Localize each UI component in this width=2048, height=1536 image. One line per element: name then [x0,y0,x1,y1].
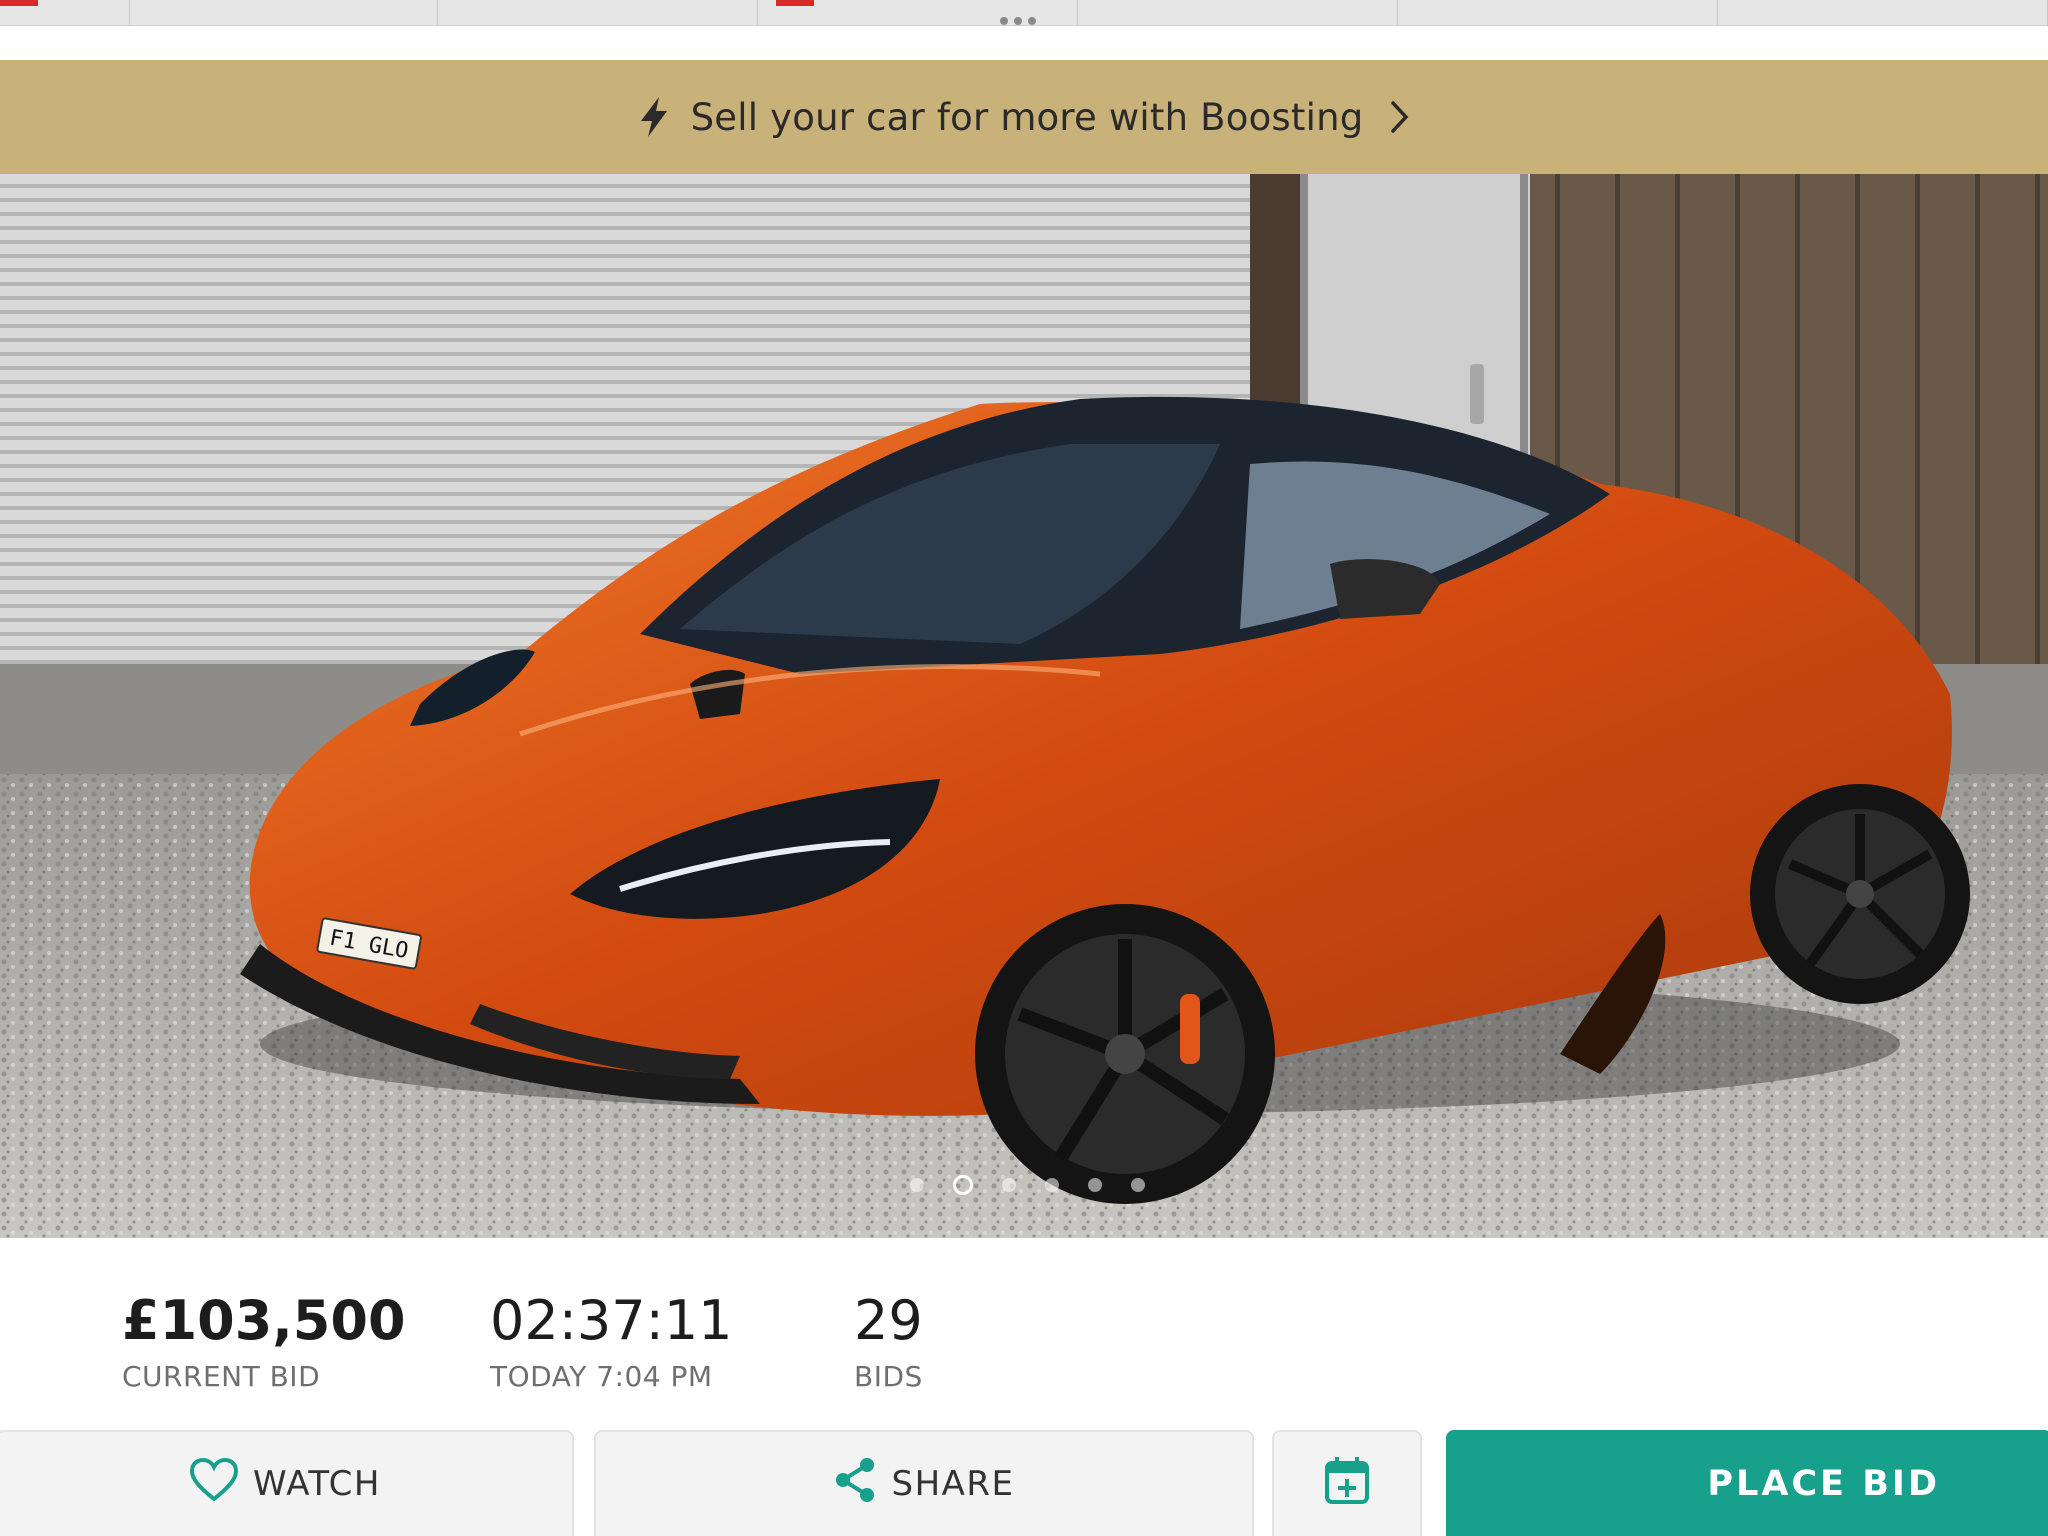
calendar-add-icon [1324,1455,1370,1514]
watch-button[interactable]: WATCH [0,1430,574,1536]
countdown-value: 02:37:11 [490,1289,733,1352]
browser-tab[interactable] [0,0,130,26]
heart-icon [189,1457,239,1512]
carousel-dot[interactable] [1045,1178,1059,1192]
carousel-dot[interactable] [1002,1178,1016,1192]
boost-banner-text: Sell your car for more with Boosting [690,95,1364,139]
carousel-dot[interactable] [1088,1178,1102,1192]
boost-banner[interactable]: Sell your car for more with Boosting [0,60,2048,174]
current-bid-label: CURRENT BID [122,1360,321,1393]
browser-tab[interactable] [438,0,758,26]
browser-tab[interactable] [130,0,438,26]
browser-tab[interactable] [1718,0,2048,26]
listing-photo[interactable]: F1 GLO [0,174,2048,1238]
share-label: SHARE [891,1464,1015,1504]
chevron-right-icon [1389,99,1411,135]
auction-stats: £103,500 CURRENT BID 02:37:11 TODAY 7:04… [0,1290,2048,1410]
tab-drag-handle-icon[interactable] [1000,10,1048,25]
carousel-dot[interactable] [910,1178,924,1192]
lightning-bolt-icon [637,95,671,139]
watch-label: WATCH [253,1464,381,1504]
place-bid-button[interactable]: PLACE BID [1446,1430,2048,1536]
current-bid-value: £103,500 [122,1289,406,1352]
current-bid-stat: £103,500 CURRENT BID [122,1289,406,1394]
end-time-label: TODAY 7:04 PM [490,1360,713,1393]
bid-count-value: 29 [854,1289,923,1352]
carousel-dot-active[interactable] [953,1175,973,1195]
share-icon [833,1456,877,1513]
bid-count-label: BIDS [854,1360,923,1393]
bid-count-stat: 29 BIDS [854,1289,923,1394]
action-bar: WATCH SHARE PLACE BID [0,1430,2048,1536]
add-to-calendar-button[interactable] [1272,1430,1422,1536]
carousel-dots [910,1174,1145,1196]
place-bid-label: PLACE BID [1707,1464,1940,1504]
time-left-stat: 02:37:11 TODAY 7:04 PM [490,1289,733,1394]
share-button[interactable]: SHARE [594,1430,1254,1536]
browser-tab-strip [0,0,2048,26]
carousel-dot[interactable] [1131,1178,1145,1192]
browser-tab[interactable] [1078,0,1398,26]
browser-tab[interactable] [1398,0,1718,26]
